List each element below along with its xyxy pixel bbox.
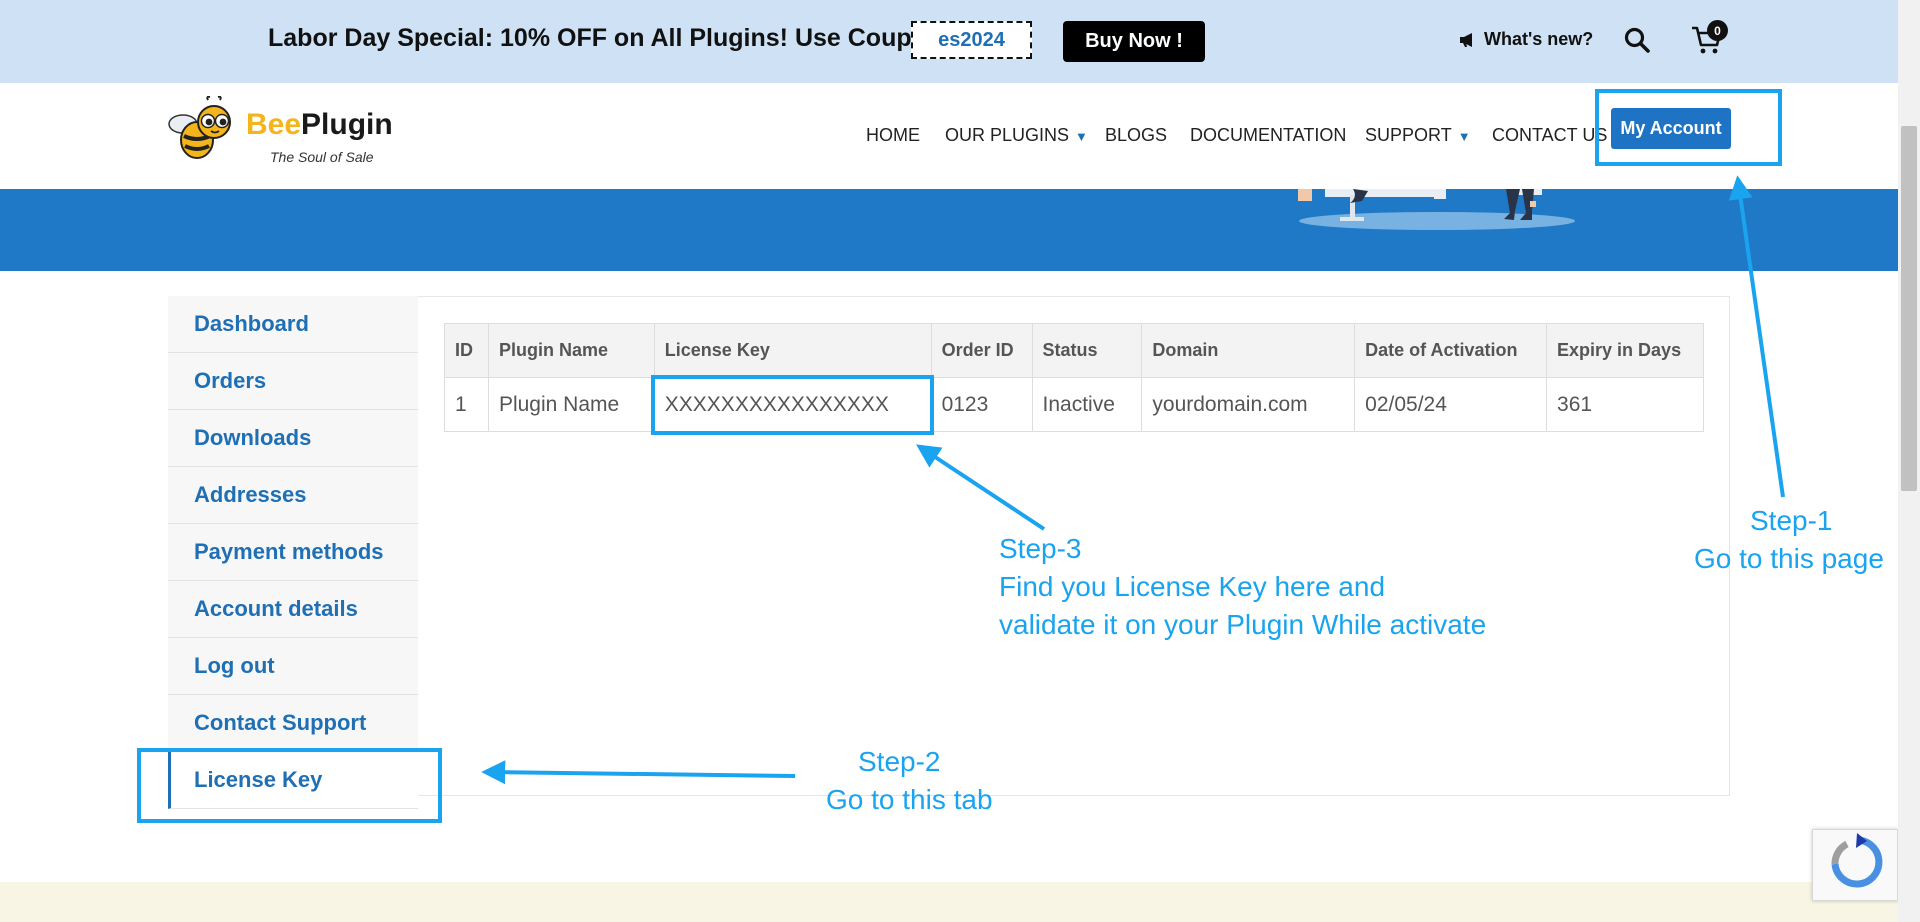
footer-strip	[0, 882, 1898, 922]
arrow-step-1	[1728, 175, 1785, 498]
step-3-line-2: validate it on your Plugin While activat…	[999, 609, 1487, 640]
recaptcha-badge[interactable]	[1812, 829, 1898, 901]
step-3-title: Step-3	[999, 533, 1082, 564]
step-2-title: Step-2	[858, 746, 941, 777]
arrow-step-3	[915, 444, 1046, 531]
step-2-text: Go to this tab	[826, 784, 993, 815]
step-3-line-1: Find you License Key here and	[999, 571, 1386, 602]
recaptcha-icon	[1831, 833, 1883, 888]
step-1-title: Step-1	[1750, 505, 1833, 536]
arrow-step-2	[481, 760, 796, 785]
scrollbar-thumb[interactable]	[1901, 126, 1917, 491]
step-1-text: Go to this page	[1694, 543, 1884, 574]
